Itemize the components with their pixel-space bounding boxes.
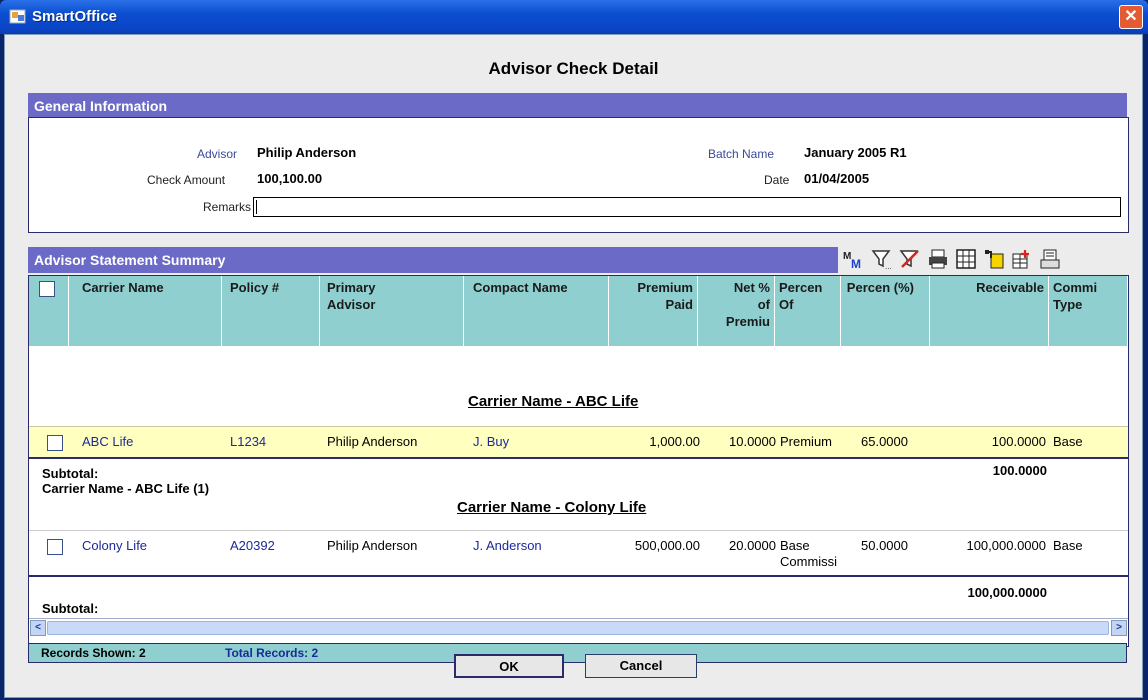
multi-sort-icon[interactable]: MM — [843, 248, 865, 270]
scroll-right-icon[interactable]: > — [1111, 620, 1127, 636]
table-row[interactable]: Colony Life A20392 Philip Anderson J. An… — [29, 530, 1128, 576]
col-carrier-name[interactable]: Carrier Name — [69, 276, 222, 346]
date-label: Date — [764, 173, 790, 187]
svg-text:M: M — [851, 257, 861, 270]
row-checkbox[interactable] — [47, 539, 63, 555]
compact-name-link[interactable]: J. Buy — [473, 434, 509, 449]
close-icon: ✕ — [1124, 8, 1138, 25]
receivable-cell: 100,000.0000 — [966, 538, 1046, 553]
batch-name-value: January 2005 R1 — [804, 145, 907, 160]
remarks-label: Remarks — [203, 200, 252, 214]
grid-toolbar: MM ... — [841, 245, 1131, 273]
percent-of-cell-line2: Commissi — [780, 554, 838, 569]
ok-button[interactable]: OK — [454, 654, 564, 678]
commission-type-cell: Base — [1053, 538, 1083, 553]
percent-cell: 65.0000 — [861, 434, 908, 449]
export-icon[interactable] — [983, 248, 1005, 270]
dialog-body: Advisor Check Detail General Information… — [4, 34, 1143, 698]
group-separator — [29, 575, 1128, 577]
statement-grid: Carrier Name Policy # Primary Advisor Co… — [28, 275, 1129, 647]
group-label-abc-life: Carrier Name - ABC Life — [468, 393, 639, 410]
general-information-panel: Advisor Philip Anderson Check Amount 100… — [28, 117, 1129, 233]
records-shown: Records Shown: 2 — [41, 646, 146, 660]
col-compact-name[interactable]: Compact Name — [464, 276, 609, 346]
col-percent-of[interactable]: Percen Of — [775, 276, 841, 346]
col-commission-type[interactable]: Commi Type — [1049, 276, 1128, 346]
app-icon — [9, 9, 26, 24]
primary-advisor-cell: Philip Anderson — [327, 538, 418, 553]
window-title: SmartOffice — [32, 8, 118, 25]
add-column-icon[interactable] — [1011, 248, 1033, 270]
subtotal-label: Subtotal: — [42, 601, 99, 616]
primary-advisor-cell: Philip Anderson — [327, 434, 418, 449]
svg-text:...: ... — [885, 262, 892, 270]
net-percent-cell: 10.0000 — [729, 434, 776, 449]
carrier-link[interactable]: Colony Life — [82, 538, 147, 553]
subtotal-value: 100,000.0000 — [967, 585, 1047, 600]
date-value: 01/04/2005 — [804, 171, 870, 186]
cancel-button[interactable]: Cancel — [585, 654, 697, 678]
grid-footer: Records Shown: 2 Total Records: 2 — [28, 643, 1127, 663]
compact-name-link[interactable]: J. Anderson — [473, 538, 542, 553]
filter-icon[interactable]: ... — [871, 248, 893, 270]
advisor-statement-summary-header: Advisor Statement Summary — [28, 247, 838, 273]
table-row[interactable]: ABC Life L1234 Philip Anderson J. Buy 1,… — [29, 426, 1128, 458]
clear-filter-icon[interactable] — [899, 248, 921, 270]
check-amount-label: Check Amount — [147, 173, 226, 187]
total-records: Total Records: 2 — [225, 646, 319, 660]
remarks-input[interactable] — [253, 197, 1121, 217]
premium-paid-cell: 1,000.00 — [649, 434, 700, 449]
carrier-link[interactable]: ABC Life — [82, 434, 133, 449]
horizontal-scrollbar[interactable]: < > — [29, 618, 1128, 637]
advisor-value: Philip Anderson — [257, 145, 357, 160]
select-all-checkbox[interactable] — [39, 281, 55, 297]
grid-icon[interactable] — [955, 248, 977, 270]
col-primary-advisor[interactable]: Primary Advisor — [320, 276, 464, 346]
scrollbar-thumb[interactable] — [47, 621, 1109, 635]
premium-paid-cell: 500,000.00 — [634, 538, 700, 553]
batch-name-label: Batch Name — [708, 147, 775, 161]
app-window: SmartOffice ✕ Advisor Check Detail Gener… — [0, 0, 1148, 700]
scroll-left-icon[interactable]: < — [30, 620, 46, 636]
net-percent-cell: 20.0000 — [729, 538, 776, 553]
grid-header: Carrier Name Policy # Primary Advisor Co… — [29, 276, 1128, 346]
print-preview-icon[interactable] — [1039, 248, 1061, 270]
close-button[interactable]: ✕ — [1119, 5, 1143, 29]
group-label-colony-life: Carrier Name - Colony Life — [457, 499, 647, 516]
policy-link[interactable]: A20392 — [230, 538, 275, 553]
advisor-label: Advisor — [197, 147, 238, 161]
policy-link[interactable]: L1234 — [230, 434, 266, 449]
select-all-cell — [29, 276, 69, 346]
percent-of-cell: Premium — [780, 434, 833, 449]
title-bar[interactable]: SmartOffice ✕ — [0, 0, 1148, 34]
subtotal-group-label: Carrier Name - ABC Life (1) — [42, 481, 210, 496]
percent-of-cell: Base — [780, 538, 810, 553]
check-amount-value: 100,100.00 — [257, 171, 323, 186]
col-percent[interactable]: Percen (%) — [841, 276, 930, 346]
row-checkbox[interactable] — [47, 435, 63, 451]
subtotal-value: 100.0000 — [992, 463, 1047, 478]
subtotal-label: Subtotal: — [42, 466, 99, 481]
general-information-header: General Information — [28, 93, 1127, 119]
group-separator — [29, 457, 1128, 459]
col-premium-paid[interactable]: Premium Paid — [609, 276, 698, 346]
col-net-percent[interactable]: Net % of Premiu — [698, 276, 775, 346]
col-receivable[interactable]: Receivable — [930, 276, 1049, 346]
receivable-cell: 100.0000 — [991, 434, 1046, 449]
percent-cell: 50.0000 — [861, 538, 908, 553]
commission-type-cell: Base — [1053, 434, 1083, 449]
col-policy[interactable]: Policy # — [222, 276, 320, 346]
page-title: Advisor Check Detail — [488, 59, 659, 78]
print-icon[interactable] — [927, 248, 949, 270]
